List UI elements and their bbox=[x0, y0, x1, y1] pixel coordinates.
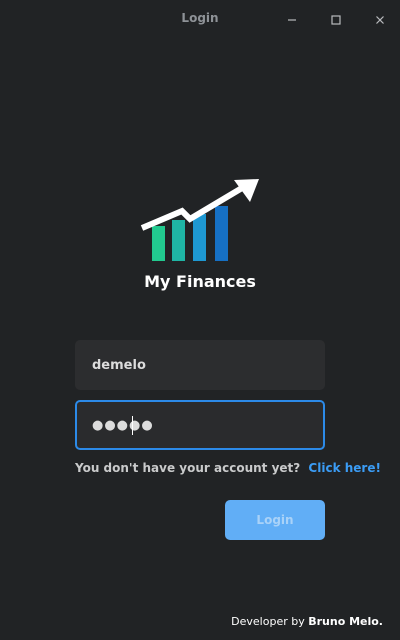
login-window: Login My Finances demelo ●●●●● You don't… bbox=[0, 0, 400, 640]
minimize-icon bbox=[286, 14, 298, 26]
username-input[interactable] bbox=[75, 340, 325, 390]
close-button[interactable] bbox=[369, 9, 391, 31]
finance-growth-chart-icon bbox=[138, 176, 262, 264]
maximize-button[interactable] bbox=[325, 9, 347, 31]
developer-name: Bruno Melo. bbox=[308, 615, 383, 628]
developer-credit: Developer by Bruno Melo. bbox=[231, 615, 383, 628]
signup-prompt: You don't have your account yet? bbox=[75, 461, 301, 475]
title-bar[interactable]: Login bbox=[0, 0, 400, 38]
signup-link[interactable]: Click here! bbox=[308, 461, 381, 475]
developer-credit-prefix: Developer by bbox=[231, 615, 309, 628]
minimize-button[interactable] bbox=[281, 9, 303, 31]
maximize-icon bbox=[330, 14, 342, 26]
app-name: My Finances bbox=[144, 272, 256, 291]
text-caret bbox=[132, 416, 133, 435]
close-icon bbox=[374, 14, 386, 26]
password-input[interactable] bbox=[75, 400, 325, 450]
login-button[interactable]: Login bbox=[225, 500, 325, 540]
signup-prompt-row: You don't have your account yet? Click h… bbox=[75, 461, 381, 475]
